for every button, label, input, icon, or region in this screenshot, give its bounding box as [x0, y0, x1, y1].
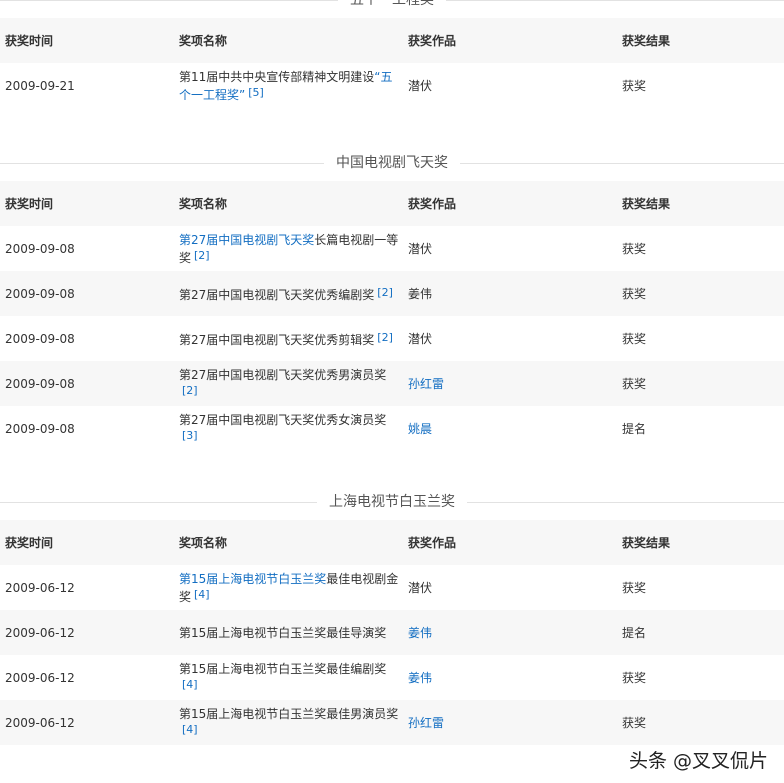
table-header-row: 获奖时间 奖项名称 获奖作品 获奖结果	[0, 520, 784, 565]
awards-table: 获奖时间 奖项名称 获奖作品 获奖结果 2009-06-12 第15届上海电视节白玉兰奖最…	[0, 520, 784, 745]
award-result: 获奖	[622, 331, 647, 346]
work-text: 潜伏	[408, 241, 433, 256]
award-result: 获奖	[617, 271, 784, 316]
award-time: 2009-06-12	[5, 580, 75, 595]
header-result: 获奖结果	[617, 520, 784, 565]
reference-link[interactable]: [3]	[182, 429, 198, 442]
table-row: 2009-06-12 第15届上海电视节白玉兰奖最佳男演员奖 [4] 孙红雷 获奖	[0, 700, 784, 745]
reference-link[interactable]: [5]	[248, 86, 264, 99]
table-row: 2009-09-08 第27届中国电视剧飞天奖优秀女演员奖 [3] 姚晨 提名	[0, 406, 784, 451]
award-result: 提名	[617, 610, 784, 655]
work-text: 潜伏	[408, 580, 433, 595]
award-time: 2009-06-12	[5, 670, 75, 685]
section-title-text: 中国电视剧飞天奖	[324, 154, 460, 172]
work-link[interactable]: 姚晨	[403, 406, 617, 451]
award-result: 提名	[622, 421, 647, 436]
table-row: 2009-09-08 第27届中国电视剧飞天奖优秀编剧奖 [2] 姜伟 获奖	[0, 271, 784, 316]
section-title-text: 五个一工程奖	[338, 0, 446, 9]
award-result: 获奖	[622, 580, 647, 595]
header-award: 奖项名称	[174, 181, 403, 226]
work-text: 姜伟	[403, 271, 617, 316]
header-work: 获奖作品	[403, 181, 617, 226]
section-title: 上海电视节白玉兰奖	[0, 492, 784, 512]
section-title-text: 上海电视节白玉兰奖	[317, 493, 467, 511]
work-text: 潜伏	[408, 78, 433, 93]
award-name-cell: 第15届上海电视节白玉兰奖最佳男演员奖 [4]	[174, 700, 403, 745]
header-award: 奖项名称	[174, 18, 403, 63]
award-name-cell: 第27届中国电视剧飞天奖优秀编剧奖 [2]	[174, 271, 403, 316]
section-baiyulan: 上海电视节白玉兰奖 获奖时间 奖项名称 获奖作品 获奖结果 2009-06-12 第15届上…	[0, 492, 784, 745]
table-header-row: 获奖时间 奖项名称 获奖作品 获奖结果	[0, 181, 784, 226]
award-name-text: 第27届中国电视剧飞天奖优秀男演员奖	[179, 367, 387, 382]
award-result: 获奖	[622, 241, 647, 256]
award-name-cell: 第27届中国电视剧飞天奖优秀剪辑奖 [2]	[174, 316, 403, 361]
reference-link[interactable]: [4]	[194, 588, 210, 601]
award-name-cell: 第27届中国电视剧飞天奖优秀女演员奖 [3]	[174, 406, 403, 451]
award-name-text: 第15届上海电视节白玉兰奖最佳编剧奖	[179, 661, 387, 676]
awards-table: 获奖时间 奖项名称 获奖作品 获奖结果 2009-09-08 第27届中国电视剧飞天奖长篇…	[0, 181, 784, 451]
award-time: 2009-06-12	[0, 610, 174, 655]
work-link[interactable]: 姜伟	[403, 610, 617, 655]
header-work: 获奖作品	[403, 18, 617, 63]
award-name-text: 第15届上海电视节白玉兰奖最佳导演奖	[179, 625, 387, 640]
header-work: 获奖作品	[403, 520, 617, 565]
award-result: 获奖	[622, 670, 647, 685]
award-time: 2009-09-08	[5, 241, 75, 256]
table-row: 2009-09-21 第11届中共中央宣传部精神文明建设“五个一工程奖” [5] 潜伏…	[0, 63, 784, 108]
award-name-cell: 第27届中国电视剧飞天奖长篇电视剧一等奖 [2]	[174, 226, 403, 271]
award-result: 获奖	[622, 78, 647, 93]
reference-link[interactable]: [2]	[377, 286, 393, 299]
award-time: 2009-09-08	[5, 331, 75, 346]
award-name-cell: 第15届上海电视节白玉兰奖最佳电视剧金奖 [4]	[174, 565, 403, 610]
work-text: 潜伏	[408, 331, 433, 346]
table-row: 2009-06-12 第15届上海电视节白玉兰奖最佳电视剧金奖 [4] 潜伏 获奖	[0, 565, 784, 610]
section-feitian: 中国电视剧飞天奖 获奖时间 奖项名称 获奖作品 获奖结果 2009-09-08 第27届中国…	[0, 153, 784, 451]
section-title: 五个一工程奖	[0, 0, 784, 10]
table-row: 2009-06-12 第15届上海电视节白玉兰奖最佳编剧奖 [4] 姜伟 获奖	[0, 655, 784, 700]
award-name-text: 第27届中国电视剧飞天奖优秀编剧奖	[179, 287, 375, 302]
awards-table: 获奖时间 奖项名称 获奖作品 获奖结果 2009-09-21 第11届中共中央宣传部精神文…	[0, 18, 784, 108]
award-name-text: 第27届中国电视剧飞天奖优秀女演员奖	[179, 412, 387, 427]
header-result: 获奖结果	[617, 181, 784, 226]
table-row: 2009-09-08 第27届中国电视剧飞天奖优秀男演员奖 [2] 孙红雷 获奖	[0, 361, 784, 406]
work-link[interactable]: 孙红雷	[403, 361, 617, 406]
award-name-text: 第15届上海电视节白玉兰奖最佳男演员奖	[179, 706, 399, 721]
award-name-cell: 第15届上海电视节白玉兰奖最佳编剧奖 [4]	[174, 655, 403, 700]
header-award: 奖项名称	[174, 520, 403, 565]
table-row: 2009-09-08 第27届中国电视剧飞天奖优秀剪辑奖 [2] 潜伏 获奖	[0, 316, 784, 361]
award-name-text: 第11届中共中央宣传部精神文明建设	[179, 69, 375, 84]
award-name-link[interactable]: 第15届上海电视节白玉兰奖	[179, 572, 326, 586]
table-row: 2009-06-12 第15届上海电视节白玉兰奖最佳导演奖 姜伟 提名	[0, 610, 784, 655]
award-time: 2009-09-21	[5, 78, 75, 93]
table-header-row: 获奖时间 奖项名称 获奖作品 获奖结果	[0, 18, 784, 63]
reference-link[interactable]: [2]	[194, 249, 210, 262]
section-wuge: 五个一工程奖获奖时间 奖项名称 获奖作品 获奖结果 2009-09-21 第11届中共中央…	[0, 0, 784, 108]
work-link[interactable]: 姜伟	[403, 655, 617, 700]
award-time: 2009-06-12	[0, 700, 174, 745]
award-name-cell: 第11届中共中央宣传部精神文明建设“五个一工程奖” [5]	[174, 63, 403, 108]
award-name-text: 第27届中国电视剧飞天奖优秀剪辑奖	[179, 332, 375, 347]
reference-link[interactable]: [2]	[182, 384, 198, 397]
award-time: 2009-09-08	[0, 271, 174, 316]
reference-link[interactable]: [4]	[182, 678, 198, 691]
work-link[interactable]: 孙红雷	[403, 700, 617, 745]
watermark: 头条 @叉叉侃片	[628, 750, 768, 772]
award-name-cell: 第15届上海电视节白玉兰奖最佳导演奖	[174, 610, 403, 655]
header-result: 获奖结果	[617, 18, 784, 63]
header-time: 获奖时间	[0, 520, 174, 565]
header-time: 获奖时间	[0, 181, 174, 226]
section-title: 中国电视剧飞天奖	[0, 153, 784, 173]
award-time: 2009-09-08	[5, 421, 75, 436]
reference-link[interactable]: [4]	[182, 723, 198, 736]
award-result: 获奖	[617, 700, 784, 745]
header-time: 获奖时间	[0, 18, 174, 63]
award-name-link[interactable]: 第27届中国电视剧飞天奖	[179, 233, 314, 247]
table-row: 2009-09-08 第27届中国电视剧飞天奖长篇电视剧一等奖 [2] 潜伏 获奖	[0, 226, 784, 271]
award-result: 获奖	[617, 361, 784, 406]
reference-link[interactable]: [2]	[377, 331, 393, 344]
award-time: 2009-09-08	[0, 361, 174, 406]
award-name-cell: 第27届中国电视剧飞天奖优秀男演员奖 [2]	[174, 361, 403, 406]
